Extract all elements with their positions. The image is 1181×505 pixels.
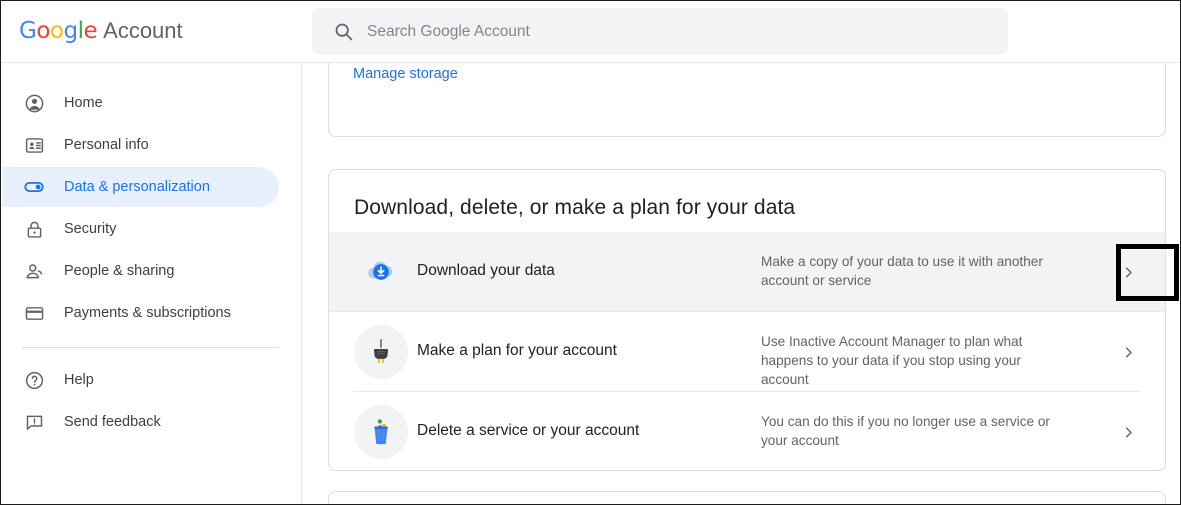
- chevron-right-icon[interactable]: [1119, 343, 1137, 361]
- lock-icon: [22, 217, 46, 241]
- sidebar-item-label: Payments & subscriptions: [64, 305, 231, 321]
- account-circle-icon: [22, 91, 46, 115]
- sidebar-item-help[interactable]: Help: [2, 360, 279, 400]
- row-description: Make a copy of your data to use it with …: [761, 252, 1071, 290]
- row-description: You can do this if you no longer use a s…: [761, 412, 1071, 450]
- google-wordmark: Google: [19, 18, 97, 44]
- row-title: Delete a service or your account: [417, 422, 639, 440]
- logo-letter-g: G: [19, 18, 36, 44]
- app-header: GoogleAccount: [1, 1, 1180, 63]
- feedback-icon: [22, 410, 46, 434]
- google-account-page: GoogleAccount Home: [0, 0, 1181, 505]
- row-title: Download your data: [417, 262, 555, 280]
- manage-storage-link[interactable]: Manage storage: [353, 66, 458, 82]
- sidebar-item-label: Security: [64, 221, 116, 237]
- sidebar-item-send-feedback[interactable]: Send feedback: [2, 402, 279, 442]
- help-circle-icon: [22, 368, 46, 392]
- credit-card-icon: [22, 301, 46, 325]
- trash-bin-icon: [354, 405, 408, 459]
- sidebar-navigation: Home Personal info: [2, 63, 302, 504]
- id-card-icon: [22, 133, 46, 157]
- power-plug-icon: [354, 325, 408, 379]
- sidebar-item-label: Personal info: [64, 137, 149, 153]
- sidebar-item-personal-info[interactable]: Personal info: [2, 125, 279, 165]
- next-card-partial: [328, 491, 1166, 504]
- search-icon: [333, 21, 354, 42]
- sidebar-item-label: Home: [64, 95, 103, 111]
- sidebar-item-label: Help: [64, 372, 94, 388]
- sidebar-item-payments-subscriptions[interactable]: Payments & subscriptions: [2, 293, 279, 333]
- sidebar-item-label: People & sharing: [64, 263, 174, 279]
- google-account-logo[interactable]: GoogleAccount: [19, 18, 183, 44]
- row-title: Make a plan for your account: [417, 342, 617, 360]
- sidebar-divider: [22, 347, 279, 348]
- search-input[interactable]: [367, 8, 987, 55]
- sidebar-item-people-sharing[interactable]: People & sharing: [2, 251, 279, 291]
- search-bar[interactable]: [312, 8, 1008, 55]
- sidebar-item-data-personalization[interactable]: Data & personalization: [2, 167, 279, 207]
- chevron-right-icon[interactable]: [1119, 423, 1137, 441]
- logo-letter-o2: o: [50, 18, 64, 44]
- row-download-your-data[interactable]: Download your data Make a copy of your d…: [329, 232, 1165, 312]
- sidebar-item-label: Send feedback: [64, 414, 161, 430]
- people-icon: [22, 259, 46, 283]
- row-delete-service-or-account[interactable]: Delete a service or your account You can…: [329, 392, 1165, 472]
- row-description: Use Inactive Account Manager to plan wha…: [761, 332, 1071, 389]
- main-content: 3% used — 0.47 GB of 15 GB Manage storag…: [302, 63, 1180, 504]
- storage-card: 3% used — 0.47 GB of 15 GB Manage storag…: [328, 63, 1166, 137]
- sidebar-item-home[interactable]: Home: [2, 83, 279, 123]
- toggle-switch-icon: [22, 175, 46, 199]
- card-title: Download, delete, or make a plan for you…: [354, 196, 795, 220]
- cloud-download-icon: [354, 245, 408, 299]
- sidebar-item-security[interactable]: Security: [2, 209, 279, 249]
- chevron-right-icon[interactable]: [1119, 263, 1137, 281]
- logo-letter-g2: g: [63, 18, 77, 44]
- sidebar-item-label: Data & personalization: [64, 179, 210, 195]
- brand-word-account: Account: [103, 18, 183, 43]
- row-make-a-plan[interactable]: Make a plan for your account Use Inactiv…: [329, 312, 1165, 392]
- logo-letter-e: e: [83, 18, 97, 44]
- logo-letter-o1: o: [36, 18, 50, 44]
- data-options-card: Download, delete, or make a plan for you…: [328, 169, 1166, 471]
